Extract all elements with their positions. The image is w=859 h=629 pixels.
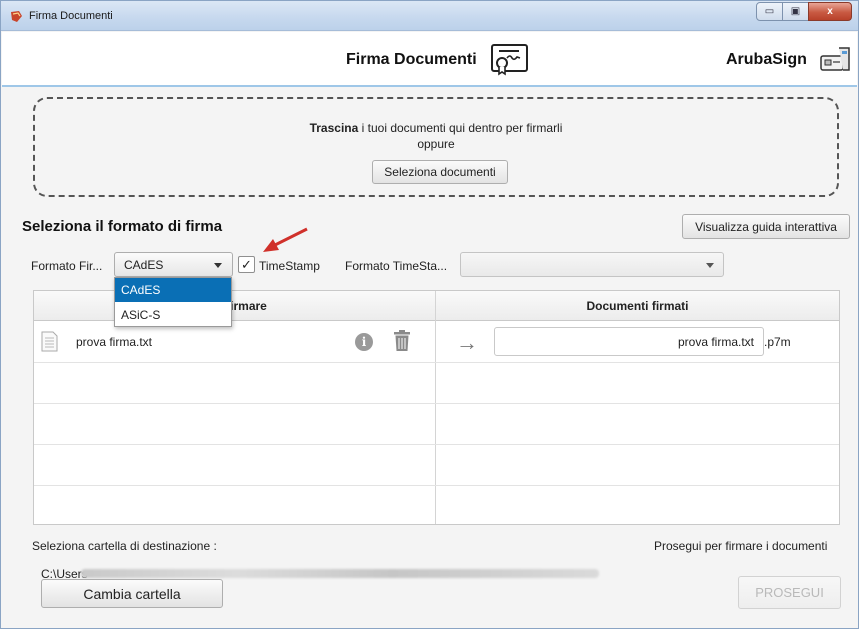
text-file-icon — [41, 331, 58, 352]
format-option-asic-s[interactable]: ASiC-S — [115, 303, 231, 327]
signature-format-label: Formato Fir... — [31, 259, 103, 273]
minimize-icon: ▭ — [764, 6, 775, 17]
close-button[interactable]: x — [808, 2, 852, 21]
signature-format-value: CAdES — [124, 258, 164, 272]
close-icon: x — [827, 6, 833, 17]
brand-name: ArubaSign — [726, 51, 807, 68]
signed-filename-value: prova firma.txt — [677, 335, 754, 349]
format-option-cades[interactable]: CAdES — [115, 278, 231, 302]
maximize-icon: ▣ — [790, 6, 801, 17]
arrow-right-icon: → — [456, 330, 478, 355]
chevron-down-icon — [214, 263, 222, 268]
table-row — [34, 363, 839, 404]
timestamp-format-label: Formato TimeSta... — [345, 259, 448, 273]
timestamp-format-select[interactable] — [460, 252, 724, 277]
table-row — [34, 445, 839, 486]
column-header-signed: Documenti firmati — [586, 299, 689, 313]
table-row — [34, 486, 839, 527]
drop-instructions-bold: Trascina — [309, 121, 359, 135]
timestamp-label[interactable]: TimeStamp — [259, 259, 320, 273]
signed-file-extension: .p7m — [764, 335, 791, 349]
maximize-button[interactable]: ▣ — [782, 2, 809, 21]
window-controls: ▭ ▣ x — [756, 2, 852, 21]
format-section-title: Seleziona il formato di firma — [22, 218, 223, 235]
document-name: prova firma.txt — [76, 335, 153, 349]
timestamp-checkbox[interactable]: ✓ — [238, 256, 255, 273]
column-header-to-sign: i da firmare — [202, 299, 267, 313]
destination-folder-label: Seleziona cartella di destinazione : — [32, 539, 217, 553]
title-bar[interactable]: Firma Documenti ▭ ▣ x — [1, 1, 858, 31]
drop-instructions-text: i tuoi documenti qui dentro per firmarli — [358, 121, 563, 135]
document-drop-zone[interactable]: Trascina i tuoi documenti qui dentro per… — [33, 97, 839, 197]
proceed-hint-label: Prosegui per firmare i documenti — [654, 539, 828, 553]
change-folder-button[interactable]: Cambia cartella — [41, 579, 223, 608]
page-title: Firma Documenti — [346, 51, 477, 68]
table-row: prova firma.txt i → prova firma.txt .p7m — [34, 322, 839, 363]
drop-instructions: Trascina i tuoi documenti qui dentro per… — [35, 121, 837, 135]
signed-document-icon — [491, 44, 528, 76]
signature-format-dropdown: CAdES ASiC-S — [114, 277, 232, 327]
interactive-guide-button[interactable]: Visualizza guida interattiva — [682, 214, 850, 239]
annotation-arrow-icon — [263, 227, 308, 252]
app-header: Firma Documenti ArubaSign — [2, 32, 857, 87]
drop-or-text: oppure — [417, 137, 455, 151]
minimize-button[interactable]: ▭ — [756, 2, 783, 21]
select-documents-button[interactable]: Seleziona documenti — [372, 160, 508, 184]
app-icon — [11, 11, 22, 22]
window-title: Firma Documenti — [29, 10, 113, 22]
info-icon[interactable]: i — [355, 333, 373, 351]
proceed-button[interactable]: PROSEGUI — [738, 576, 841, 609]
smartcard-reader-icon — [820, 47, 850, 71]
table-row — [34, 404, 839, 445]
redacted-path — [81, 569, 599, 578]
trash-icon[interactable] — [394, 330, 410, 352]
chevron-down-icon — [706, 263, 714, 268]
signed-filename-input[interactable]: prova firma.txt — [494, 327, 764, 356]
app-window: Firma Documenti ▭ ▣ x Firma Documenti Ar… — [0, 0, 859, 629]
signature-format-select[interactable]: CAdES — [114, 252, 233, 277]
